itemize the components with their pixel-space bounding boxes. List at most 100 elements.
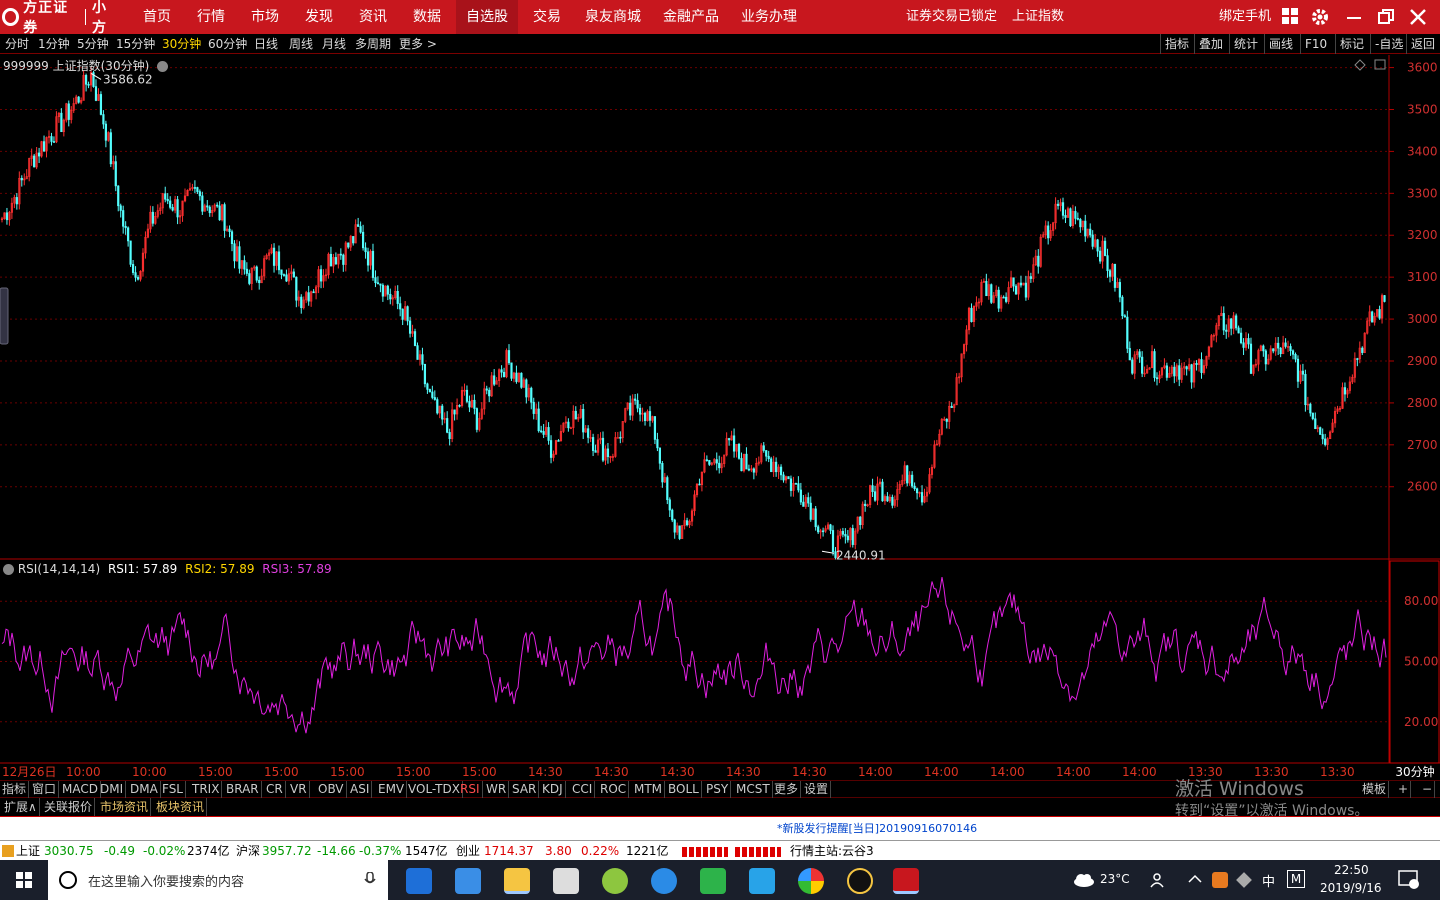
cy-label[interactable]: 创业	[456, 841, 480, 861]
ticker-menu-icon[interactable]	[2, 845, 14, 857]
indicator-tab-dmi[interactable]: DMI	[98, 781, 127, 798]
people-icon[interactable]	[1150, 872, 1168, 888]
rsi-toggle-icon[interactable]	[3, 564, 14, 575]
indicator-tab-vr[interactable]: VR	[288, 781, 310, 798]
indicator-tab-psy[interactable]: PSY	[704, 781, 732, 798]
period-15min[interactable]: 15分钟	[116, 34, 155, 54]
indicator-tab-boll[interactable]: BOLL	[666, 781, 702, 798]
ime-indicator[interactable]: 中	[1262, 871, 1275, 890]
indicator-tab-voltdx[interactable]: VOL-TDX	[406, 781, 463, 798]
file-explorer-icon[interactable]	[504, 868, 530, 894]
founder-securities-app-icon[interactable]	[893, 868, 919, 894]
hs-label[interactable]: 沪深	[236, 841, 260, 861]
tool-overlay[interactable]: 叠加	[1194, 34, 1223, 54]
nav-finance-products[interactable]: 金融产品	[663, 0, 719, 34]
period-weekly[interactable]: 周线	[289, 34, 313, 54]
period-daily[interactable]: 日线	[254, 34, 278, 54]
tray-app-icon[interactable]	[1212, 872, 1228, 888]
tool-f10[interactable]: F10	[1300, 34, 1327, 54]
ext-tab-related-quotes[interactable]: 关联报价	[42, 798, 96, 816]
period-monthly[interactable]: 月线	[322, 34, 346, 54]
indicator-tab-[interactable]: 设置	[802, 781, 832, 798]
period-1min[interactable]: 1分钟	[38, 34, 70, 54]
ext-tab-expand[interactable]: 扩展∧	[2, 798, 40, 816]
remove-pane-button[interactable]: −	[1420, 781, 1436, 798]
ime-mode-icon[interactable]: M	[1287, 870, 1305, 888]
nav-home[interactable]: 首页	[143, 0, 171, 34]
indicator-tab-[interactable]: 窗口	[30, 781, 60, 798]
tool-mark[interactable]: 标记	[1335, 34, 1364, 54]
chart-options-icon[interactable]	[157, 61, 169, 72]
indicator-tab-dma[interactable]: DMA	[128, 781, 161, 798]
bind-phone-link[interactable]: 绑定手机	[1219, 0, 1271, 34]
ext-tab-sector-news[interactable]: 板块资讯	[154, 798, 208, 816]
period-60min[interactable]: 60分钟	[208, 34, 247, 54]
nav-trade[interactable]: 交易	[533, 0, 561, 34]
tool-stats[interactable]: 统计	[1229, 34, 1258, 54]
current-index-name[interactable]: 上证指数	[1012, 0, 1064, 34]
microphone-icon[interactable]	[364, 872, 376, 888]
indicator-tab-brar[interactable]: BRAR	[224, 781, 262, 798]
period-tick[interactable]: 分时	[5, 34, 29, 54]
nav-market[interactable]: 市场	[251, 0, 279, 34]
indicator-tab-[interactable]: 指标	[0, 781, 30, 798]
nav-business[interactable]: 业务办理	[741, 0, 797, 34]
weather-temp[interactable]: 23°C	[1100, 872, 1130, 886]
nav-news[interactable]: 资讯	[359, 0, 387, 34]
qq-icon[interactable]	[847, 868, 873, 894]
indicator-tab-rsi[interactable]: RSI	[458, 781, 483, 798]
gear-icon[interactable]	[1310, 7, 1330, 27]
clock-time[interactable]: 22:50	[1334, 863, 1369, 877]
indicator-tab-[interactable]: 更多	[772, 781, 802, 798]
indicator-tab-sar[interactable]: SAR	[510, 781, 540, 798]
indicator-tab-mcst[interactable]: MCST	[734, 781, 773, 798]
restore-icon[interactable]	[1376, 7, 1396, 27]
nav-quotes[interactable]: 行情	[197, 0, 225, 34]
green-app-icon[interactable]	[700, 868, 726, 894]
clock-date[interactable]: 2019/9/16	[1320, 881, 1382, 895]
period-indicator[interactable]: 30分钟	[1390, 764, 1440, 780]
nav-data[interactable]: 数据	[413, 0, 441, 34]
nav-mall[interactable]: 泉友商城	[585, 0, 641, 34]
notification-icon[interactable]	[1398, 870, 1420, 890]
period-5min[interactable]: 5分钟	[77, 34, 109, 54]
period-30min[interactable]: 30分钟	[162, 34, 201, 54]
news-alert-text[interactable]: *新股发行提醒[当日]20190916070146	[777, 820, 977, 836]
indicator-tab-cr[interactable]: CR	[264, 781, 286, 798]
add-pane-button[interactable]: +	[1396, 781, 1412, 798]
tool-draw[interactable]: 画线	[1264, 34, 1293, 54]
indicator-tab-obv[interactable]: OBV	[316, 781, 347, 798]
tool-indicator[interactable]: 指标	[1160, 34, 1189, 54]
video-player-icon[interactable]	[749, 868, 775, 894]
indicator-tab-mtm[interactable]: MTM	[632, 781, 666, 798]
mail-icon[interactable]	[553, 868, 579, 894]
chevron-up-icon[interactable]	[1188, 874, 1202, 884]
server-status[interactable]: 行情主站:云谷3	[790, 841, 874, 861]
indicator-tab-trix[interactable]: TRIX	[190, 781, 223, 798]
tool-back[interactable]: 返回	[1406, 34, 1435, 54]
taskbar-search[interactable]: 在这里输入你要搜索的内容	[48, 860, 388, 900]
template-tab[interactable]: 模板	[1360, 781, 1390, 798]
nav-discover[interactable]: 发现	[305, 0, 333, 34]
period-multi[interactable]: 多周期	[355, 34, 391, 54]
edge-browser-icon[interactable]	[406, 868, 432, 894]
qq-browser-icon[interactable]	[602, 868, 628, 894]
ie-icon[interactable]	[651, 868, 677, 894]
close-icon[interactable]	[1408, 7, 1428, 27]
indicator-tab-fsl[interactable]: FSL	[160, 781, 186, 798]
indicator-tab-macd[interactable]: MACD	[60, 781, 101, 798]
chrome-icon[interactable]	[798, 868, 824, 894]
indicator-tab-asi[interactable]: ASI	[348, 781, 373, 798]
indicator-tab-cci[interactable]: CCI	[570, 781, 596, 798]
windows-start-icon[interactable]	[0, 860, 48, 900]
indicator-tab-emv[interactable]: EMV	[376, 781, 408, 798]
trade-lock-status[interactable]: 证券交易已锁定	[906, 0, 997, 34]
period-more[interactable]: 更多 >	[399, 34, 437, 54]
store-icon[interactable]	[455, 868, 481, 894]
kline-chart[interactable]: 3600 3500 3400 3300 3200 3100 3000 2900 2800 2700…	[0, 55, 1440, 765]
indicator-tab-roc[interactable]: ROC	[598, 781, 630, 798]
nav-watchlist[interactable]: 自选股	[456, 0, 518, 34]
grid-icon[interactable]	[1280, 7, 1300, 27]
ext-tab-market-news[interactable]: 市场资讯	[98, 798, 152, 816]
tray-diamond-icon[interactable]	[1236, 872, 1252, 888]
